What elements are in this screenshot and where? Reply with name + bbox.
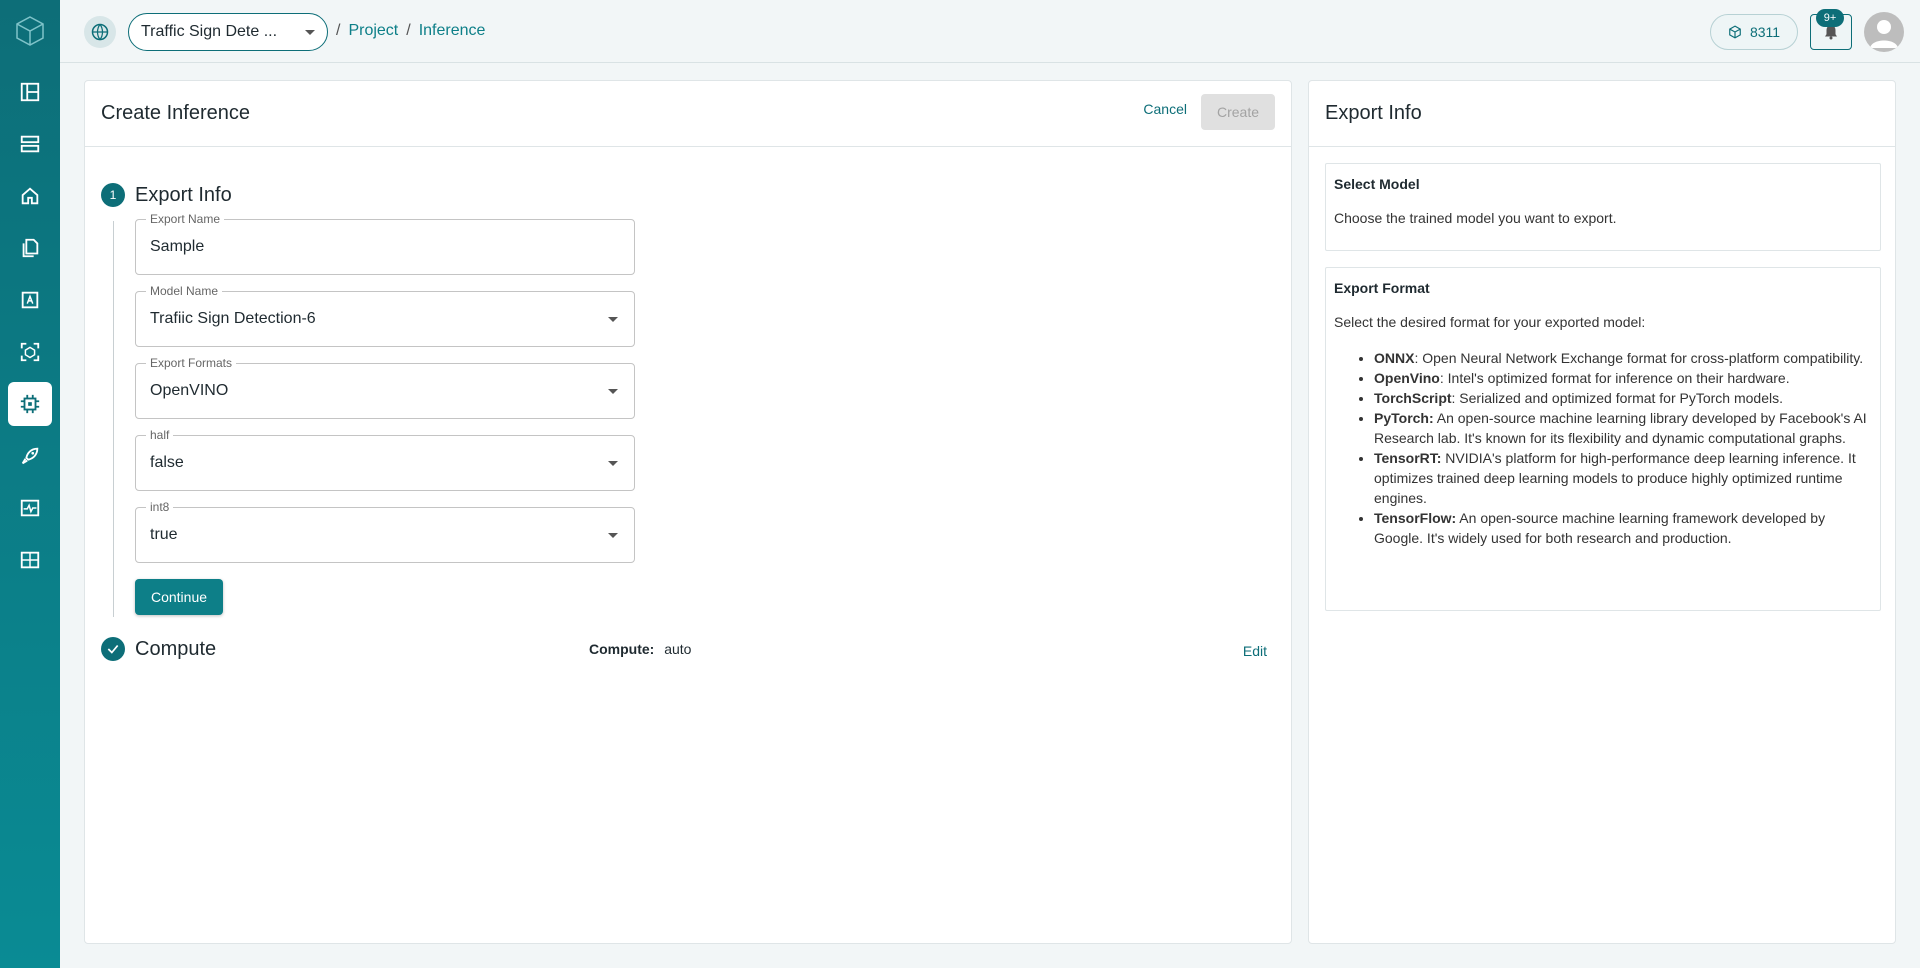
format-list: ONNX: Open Neural Network Exchange forma…: [1334, 348, 1872, 548]
field-label: Export Name: [146, 212, 225, 226]
export-format-box: Export Format Select the desired format …: [1325, 267, 1881, 611]
breadcrumb: / Project / Inference: [336, 22, 486, 40]
list-item: TensorRT: NVIDIA's platform for high-per…: [1374, 448, 1872, 508]
step-connector: [113, 221, 114, 617]
project-select[interactable]: Traffic Sign Dete ...: [128, 13, 328, 51]
select-model-text: Choose the trained model you want to exp…: [1334, 210, 1617, 226]
project-select-value: Traffic Sign Dete ...: [141, 23, 278, 40]
avatar[interactable]: [1864, 12, 1904, 52]
page-title: Create Inference: [101, 102, 250, 124]
edit-compute-link[interactable]: Edit: [1243, 643, 1267, 659]
field-label: int8: [146, 500, 174, 514]
create-inference-card: Create Inference Cancel Create 1 Export …: [84, 80, 1292, 944]
chevron-down-icon: [305, 30, 315, 35]
model-name-select[interactable]: Model Name Trafiic Sign Detection-6: [135, 284, 635, 347]
home-icon[interactable]: [8, 174, 52, 218]
top-header: Traffic Sign Dete ... / Project / Infere…: [60, 0, 1920, 63]
field-value: Sample: [150, 238, 205, 255]
continue-button[interactable]: Continue: [135, 579, 223, 615]
cube-icon: [1729, 25, 1741, 39]
annotate-icon[interactable]: [8, 278, 52, 322]
compute-value: auto: [664, 641, 692, 657]
step-number: 1: [101, 183, 125, 207]
card-header: Create Inference Cancel Create: [85, 81, 1291, 147]
select-model-box: Select Model Choose the trained model yo…: [1325, 163, 1881, 251]
credits-button[interactable]: 8311: [1710, 14, 1798, 50]
dashboard-icon[interactable]: [8, 70, 52, 114]
analytics-icon[interactable]: [8, 538, 52, 582]
chevron-down-icon: [608, 533, 618, 538]
notifications-badge: 9+: [1816, 9, 1844, 27]
panel-title: Export Info: [1309, 81, 1895, 147]
select-model-heading: Select Model: [1334, 176, 1420, 192]
list-item: TorchScript: Serialized and optimized fo…: [1374, 388, 1872, 408]
list-item: OpenVino: Intel's optimized format for i…: [1374, 368, 1872, 388]
inference-icon[interactable]: [8, 382, 52, 426]
half-select[interactable]: half false: [135, 428, 635, 491]
field-label: Export Formats: [146, 356, 237, 370]
compute-label: Compute:: [589, 641, 655, 657]
field-label: half: [146, 428, 174, 442]
list-item: PyTorch: An open-source machine learning…: [1374, 408, 1872, 448]
export-format-heading: Export Format: [1334, 280, 1430, 296]
user-icon: [1870, 20, 1898, 48]
check-icon: [101, 637, 125, 661]
list-item: TensorFlow: An open-source machine learn…: [1374, 508, 1872, 548]
export-formats-select[interactable]: Export Formats OpenVINO: [135, 356, 635, 419]
field-label: Model Name: [146, 284, 223, 298]
list-item: ONNX: Open Neural Network Exchange forma…: [1374, 348, 1872, 368]
cancel-button[interactable]: Cancel: [1143, 101, 1187, 117]
breadcrumb-inference[interactable]: Inference: [419, 22, 486, 40]
field-value: true: [150, 526, 178, 543]
int8-select[interactable]: int8 true: [135, 500, 635, 563]
create-button[interactable]: Create: [1201, 94, 1275, 130]
field-value: Trafiic Sign Detection-6: [150, 310, 316, 327]
compute-summary: Compute: auto: [589, 641, 691, 657]
files-icon[interactable]: [8, 226, 52, 270]
breadcrumb-project[interactable]: Project: [348, 22, 398, 40]
field-value: OpenVINO: [150, 382, 229, 399]
step-title: Export Info: [135, 183, 232, 206]
step-compute: Compute: [101, 637, 216, 661]
step-title: Compute: [135, 637, 217, 660]
datasets-icon[interactable]: [8, 122, 52, 166]
deploy-icon[interactable]: [8, 434, 52, 478]
export-name-field[interactable]: Export Name Sample: [135, 212, 635, 275]
step-export-info: 1 Export Info: [101, 183, 232, 207]
chevron-down-icon: [608, 461, 618, 466]
sidebar: [0, 0, 60, 968]
chevron-down-icon: [608, 389, 618, 394]
project-globe-icon[interactable]: [84, 16, 116, 48]
cube-logo-icon[interactable]: [0, 0, 60, 62]
chevron-down-icon: [608, 317, 618, 322]
field-value: false: [150, 454, 184, 471]
export-info-panel: Export Info Select Model Choose the trai…: [1308, 80, 1896, 944]
export-format-text: Select the desired format for your expor…: [1334, 314, 1646, 330]
models-icon[interactable]: [8, 330, 52, 374]
credits-count: 8311: [1749, 24, 1781, 40]
monitor-icon[interactable]: [8, 486, 52, 530]
